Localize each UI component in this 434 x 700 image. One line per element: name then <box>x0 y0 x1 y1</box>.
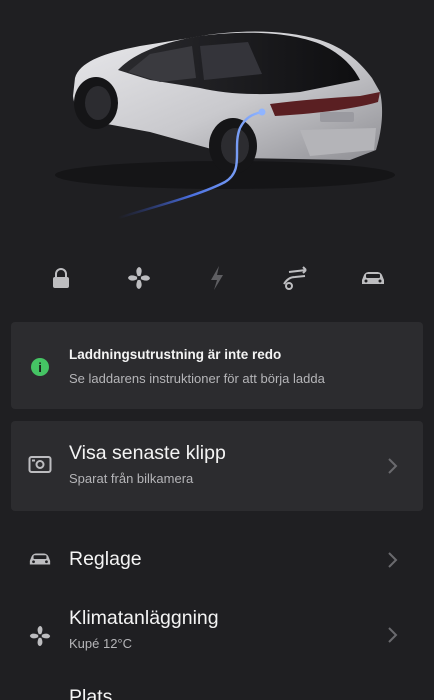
menu-item-controls[interactable] <box>0 528 434 592</box>
info-icon: i <box>31 358 49 376</box>
dashcam-title: Visa senaste klipp <box>69 442 226 464</box>
vehicle-image <box>0 0 434 245</box>
fan-icon <box>29 625 51 647</box>
lock-button[interactable] <box>22 258 100 298</box>
lock-icon <box>53 268 69 288</box>
dashcam-subtitle: Sparat från bilkamera <box>69 471 194 486</box>
charging-alert-card[interactable] <box>11 322 423 409</box>
menu-item-location[interactable] <box>0 676 434 700</box>
lightning-icon <box>211 266 223 290</box>
chevron-right-icon <box>388 627 398 643</box>
menu-item-label: Reglage <box>69 548 142 570</box>
climate-temperature: Kupé 12°C <box>69 636 133 651</box>
car-icon <box>29 553 51 565</box>
dashcam-clips-card[interactable] <box>11 421 423 511</box>
alert-subtitle: Se laddarens instruktioner för att börja… <box>69 371 325 386</box>
climate-quick-button[interactable] <box>100 258 178 298</box>
vehicle-button[interactable] <box>334 258 412 298</box>
menu-item-label: Klimatanläggning <box>69 607 219 629</box>
camera-icon <box>28 456 52 473</box>
alert-title: Laddningsutrustning är inte redo <box>69 347 282 362</box>
chevron-right-icon <box>388 458 398 474</box>
trunk-button[interactable] <box>256 258 334 298</box>
menu-item-label: Plats <box>69 686 113 700</box>
quick-controls <box>22 258 412 298</box>
fan-icon <box>128 267 150 289</box>
app-screen: i Laddningsutrustning är inte redo Se la… <box>0 0 434 700</box>
charge-port-button[interactable] <box>178 258 256 298</box>
chevron-right-icon <box>388 552 398 568</box>
trunk-icon <box>283 266 307 290</box>
car-icon <box>362 272 384 284</box>
